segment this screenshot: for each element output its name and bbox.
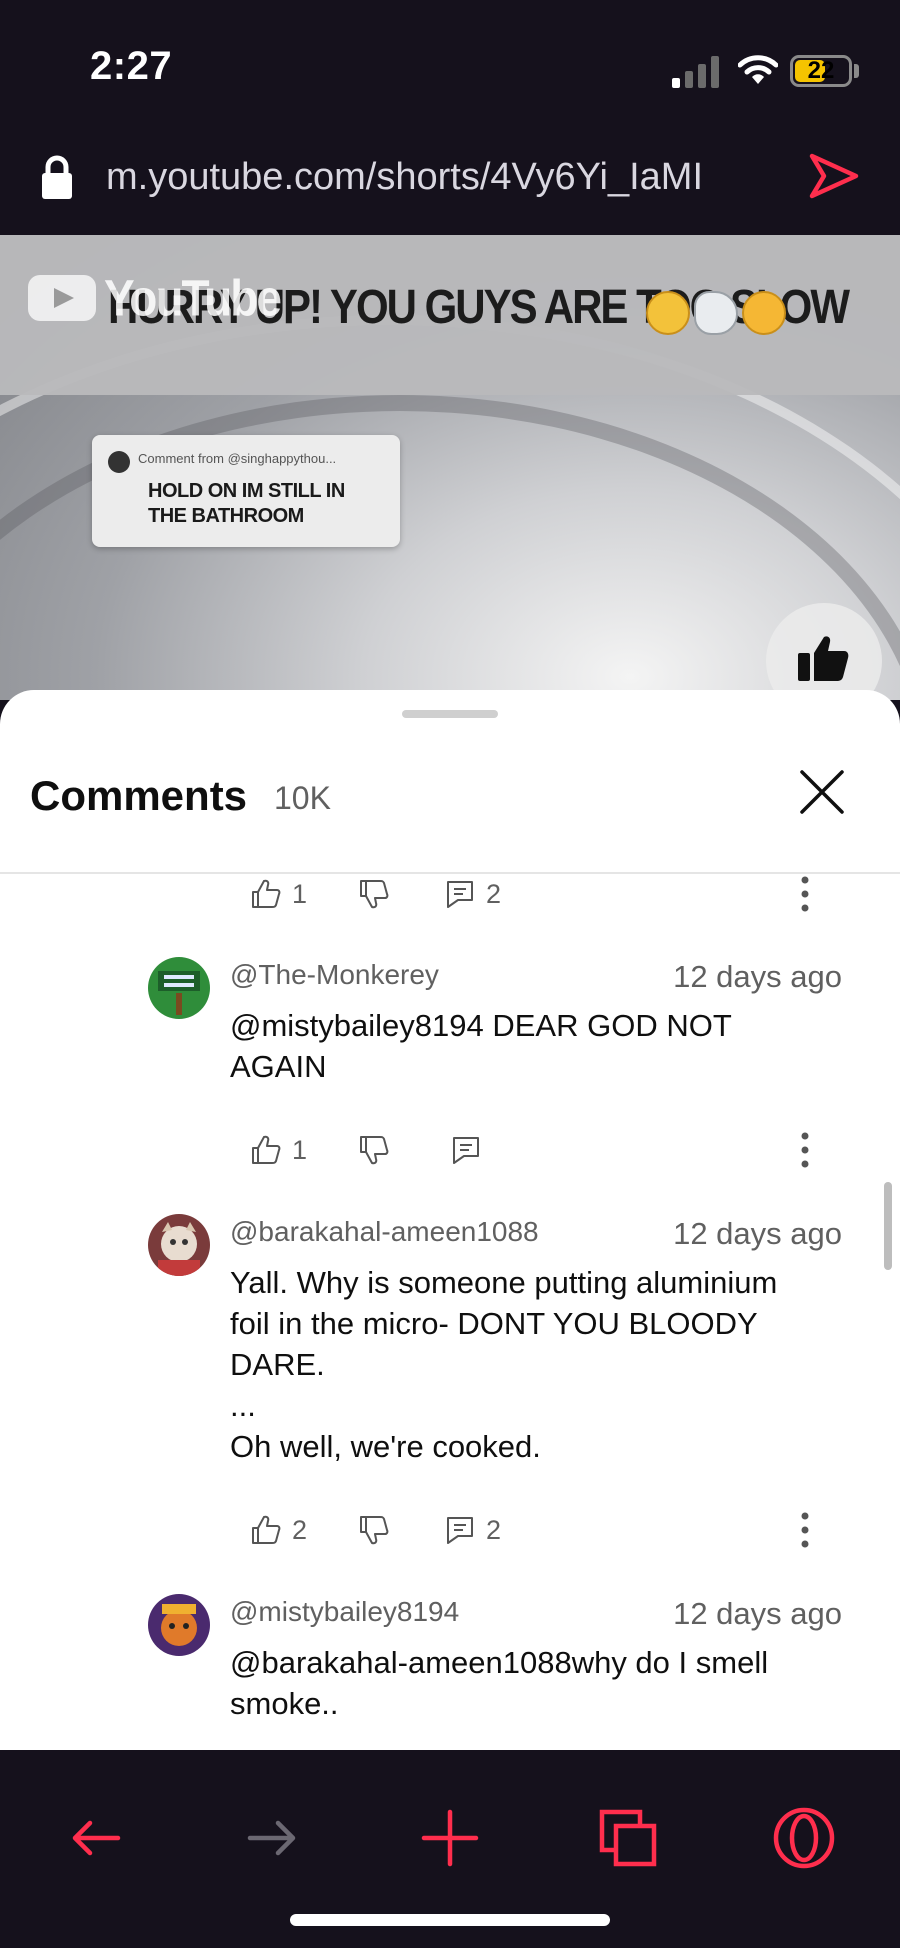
- lock-icon: [42, 155, 72, 199]
- battery-cap: [854, 64, 859, 78]
- cellular-signal-icon: [672, 56, 719, 88]
- caption-emojis: [646, 291, 786, 335]
- more-options-icon[interactable]: [790, 874, 820, 914]
- thumbs-up-outline-icon: [252, 1135, 281, 1164]
- comment-author[interactable]: @The-Monkerey: [230, 959, 439, 991]
- reply-icon: [447, 881, 473, 908]
- status-time: 2:27: [90, 44, 173, 88]
- puff-emoji-icon: [694, 291, 738, 335]
- wifi-icon: [738, 55, 778, 84]
- youtube-play-icon: [28, 275, 96, 321]
- send-icon[interactable]: [808, 150, 860, 202]
- avatar[interactable]: [148, 1214, 210, 1276]
- like-button[interactable]: 1: [250, 1130, 307, 1170]
- comment-author[interactable]: @mistybailey8194: [230, 1596, 459, 1628]
- battery-icon: 22: [790, 55, 852, 87]
- reply-button[interactable]: 2: [444, 1510, 501, 1550]
- overlay-text: HOLD ON IM STILL IN THE BATHROOM: [148, 480, 345, 527]
- thumbs-up-outline-icon: [252, 1515, 281, 1544]
- relieved-emoji-icon: [646, 291, 690, 335]
- comment-actions: 1 2: [250, 874, 820, 914]
- reply-button[interactable]: [450, 1130, 482, 1170]
- comment-text: Yall. Why is someone putting aluminium f…: [230, 1265, 778, 1464]
- video-comment-overlay: Comment from @singhappythou... HOLD ON I…: [92, 435, 400, 547]
- more-options-icon[interactable]: [790, 1510, 820, 1550]
- home-indicator[interactable]: [290, 1914, 610, 1926]
- comment-author[interactable]: @barakahal-ameen1088: [230, 1216, 539, 1248]
- like-button[interactable]: 1: [250, 874, 307, 914]
- tabs-icon[interactable]: [596, 1806, 660, 1870]
- avatar-image: [148, 1594, 210, 1656]
- like-count: 2: [292, 1514, 308, 1545]
- comments-title: Comments: [30, 772, 248, 819]
- comment-text: @mistybailey8194 DEAR GOD NOT AGAIN: [230, 1008, 732, 1084]
- comments-count: 10K: [274, 780, 331, 816]
- overlay-avatar: [108, 451, 130, 473]
- browser-toolbar: [0, 1750, 900, 1948]
- status-bar: 2:27 22: [0, 0, 900, 120]
- overlay-from: Comment from @singhappythou...: [138, 451, 337, 466]
- avatar-image: [148, 957, 210, 1019]
- youtube-logo-text: YouTube: [104, 269, 282, 327]
- dislike-button[interactable]: [358, 1510, 390, 1550]
- comment-text: @barakahal-ameen1088why do I smell smoke…: [230, 1645, 769, 1721]
- youtube-logo: YouTube: [28, 269, 282, 327]
- avatar[interactable]: [148, 957, 210, 1019]
- zany-emoji-icon: [742, 291, 786, 335]
- avatar-image: [148, 1214, 210, 1276]
- comment-actions: 2 2: [250, 1510, 820, 1550]
- like-count: 1: [292, 878, 308, 909]
- dislike-button[interactable]: [358, 1130, 390, 1170]
- reply-icon: [447, 1517, 473, 1544]
- address-bar[interactable]: m.youtube.com/shorts/4Vy6Yi_IaMI: [0, 120, 900, 235]
- sheet-drag-handle[interactable]: [402, 710, 498, 718]
- thumbs-down-outline-icon: [360, 1516, 389, 1545]
- opera-icon[interactable]: [772, 1806, 836, 1870]
- url-text[interactable]: m.youtube.com/shorts/4Vy6Yi_IaMI: [106, 156, 703, 199]
- scrollbar[interactable]: [884, 1182, 892, 1270]
- thumbs-down-outline-icon: [360, 880, 389, 909]
- comment-actions: 1: [250, 1130, 820, 1170]
- comments-sheet: Comments 10K 1 2 @The-Monkerey 12 days a…: [0, 690, 900, 1750]
- forward-arrow-icon[interactable]: [240, 1806, 304, 1870]
- thumbs-up-outline-icon: [252, 879, 281, 908]
- more-options-icon[interactable]: [790, 1130, 820, 1170]
- reply-count: 2: [486, 1514, 502, 1545]
- battery-level: 22: [807, 57, 835, 84]
- like-count: 1: [292, 1134, 308, 1165]
- back-arrow-icon[interactable]: [64, 1806, 128, 1870]
- reply-button[interactable]: 2: [444, 874, 501, 914]
- plus-icon[interactable]: [418, 1806, 482, 1870]
- like-button[interactable]: 2: [250, 1510, 307, 1550]
- reply-count: 2: [486, 878, 502, 909]
- thumbs-down-outline-icon: [360, 1136, 389, 1165]
- avatar[interactable]: [148, 1594, 210, 1656]
- comment-date: 12 days ago: [673, 1216, 842, 1251]
- thumbs-up-icon: [798, 636, 849, 681]
- video-player[interactable]: HURRY UP! YOU GUYS ARE TOO SLOW YouTube …: [0, 235, 900, 700]
- comment-date: 12 days ago: [673, 1596, 842, 1631]
- comment-date: 12 days ago: [673, 959, 842, 994]
- reply-icon: [453, 1137, 479, 1164]
- close-icon[interactable]: [796, 766, 848, 818]
- dislike-button[interactable]: [358, 874, 390, 914]
